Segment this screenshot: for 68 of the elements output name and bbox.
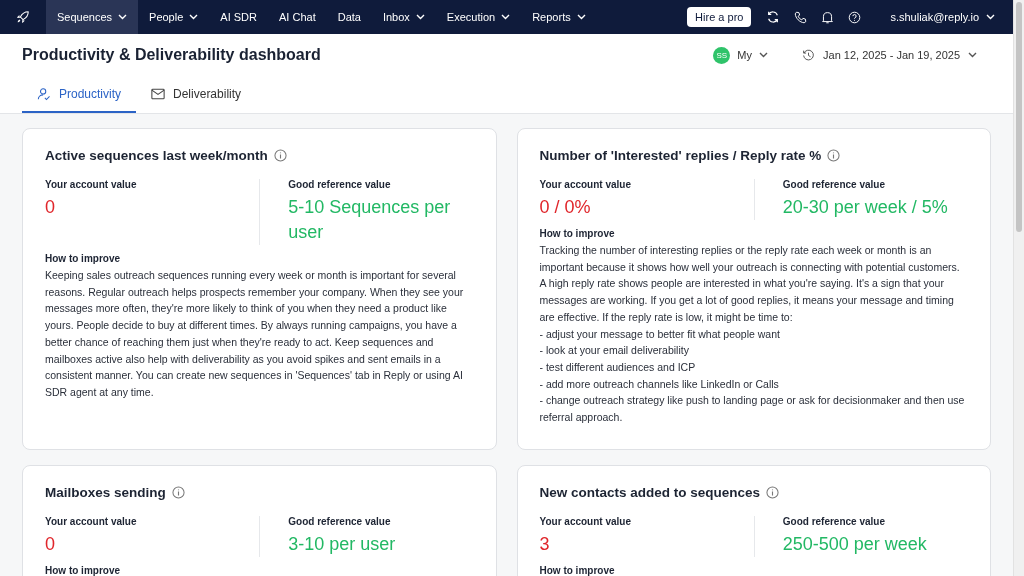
reference-value: 20-30 per week / 5%: [782, 196, 949, 219]
card-title: New contacts added to sequences: [539, 485, 761, 500]
account-value-label: Your account value: [45, 516, 138, 527]
nav-menu-item[interactable]: AI SDR: [209, 0, 268, 34]
card-title: Number of 'Interested' replies / Reply rate %: [539, 148, 822, 163]
date-range-picker[interactable]: Jan 12, 2025 - Jan 19, 2025: [796, 47, 983, 63]
page-title: Productivity & Deliverability dashboard: [22, 46, 322, 64]
account-value-label: Your account value: [539, 516, 632, 527]
chevron-down-icon: [576, 14, 586, 20]
hire-button[interactable]: Hire a pro: [687, 7, 752, 27]
improve-heading: How to improve: [45, 565, 121, 576]
account-value: 0: [45, 533, 56, 556]
improve-text: - add more outreach channels like LinkedIn or Calls: [539, 376, 780, 392]
user-check-icon: [37, 86, 51, 101]
refresh-icon[interactable]: [766, 10, 781, 24]
reference-value: 5-10 Sequences per user: [288, 196, 452, 244]
reference-value-label: Good reference value: [782, 179, 886, 190]
reference-value: 3-10 per user: [288, 533, 397, 556]
nav-menu-item[interactable]: Sequences: [46, 0, 139, 34]
info-icon[interactable]: [171, 486, 185, 499]
improve-text: - change outreach strategy like push to landing page or ask for decisionmaker and then use referral approach.: [539, 393, 966, 426]
chevron-down-icon: [759, 52, 768, 58]
user-menu[interactable]: s.shuliak@reply.io: [884, 10, 1001, 24]
bell-icon[interactable]: [821, 10, 835, 24]
nav-menu-item[interactable]: Inbox: [371, 0, 436, 34]
improve-text: - look at your email deliverability: [539, 343, 690, 359]
phone-icon[interactable]: [794, 10, 808, 24]
card-title: Active sequences last week/month: [45, 148, 268, 163]
chevron-down-icon: [118, 14, 128, 20]
info-icon[interactable]: [273, 149, 287, 162]
info-icon[interactable]: [766, 486, 780, 499]
improve-text: Keeping sales outreach sequences running every week or month is important for several reasons. Regular outreach helps prospects remember your company. When they see your messages more often, they're more likely to think of you when they need a product like yours. People decide to buy at different times. By always running campaigns, you have a better chance of reaching them just when they're ready to act. Keep sequences and mailboxes active also help with deliverability as you avoid spikes and sent emails in a consistent manner. You can create new sequences in 'Sequences' tab in Reply or using AI SDR agent at any time.: [45, 268, 465, 400]
chevron-down-icon: [189, 14, 199, 20]
tab[interactable]: Deliverability: [136, 76, 257, 113]
improve-heading: How to improve: [539, 228, 616, 239]
user-avatar: SS: [713, 46, 731, 64]
scrollbar-thumb[interactable]: [1016, 2, 1022, 232]
nav-menu-item[interactable]: AI Chat: [268, 0, 327, 34]
chevron-down-icon: [968, 52, 977, 58]
tab[interactable]: Productivity: [22, 76, 137, 113]
info-icon[interactable]: [827, 149, 841, 162]
reference-value: 250-500 per week: [782, 533, 928, 556]
improve-text: - adjust your message to better fit what people want: [539, 326, 781, 342]
reference-value-label: Good reference value: [782, 516, 886, 527]
nav-menu-item[interactable]: Execution: [435, 0, 522, 34]
rocket-icon[interactable]: [16, 10, 30, 24]
improve-heading: How to improve: [45, 253, 121, 264]
account-value: 0: [45, 196, 56, 219]
chevron-down-icon: [415, 14, 425, 20]
mail-icon: [151, 87, 166, 100]
card-title: Mailboxes sending: [45, 485, 166, 500]
account-value-label: Your account value: [45, 179, 138, 190]
nav-menu-item[interactable]: Reports: [521, 0, 597, 34]
help-icon[interactable]: [848, 10, 862, 24]
improve-text: - test different audiences and ICP: [539, 359, 697, 375]
nav-menu-item[interactable]: Data: [326, 0, 372, 34]
account-value: 3: [539, 533, 551, 556]
account-value-label: Your account value: [539, 179, 632, 190]
account-value: 0 / 0%: [539, 196, 592, 219]
history-icon: [802, 48, 815, 62]
improve-heading: How to improve: [539, 565, 616, 576]
nav-menu-item[interactable]: People: [138, 0, 210, 34]
owner-filter[interactable]: SS My: [707, 45, 774, 65]
improve-text: Tracking the number of interesting replies or the reply rate each week or month is an important because it shows how well your outreach is connecting with potential customers. A high reply rate shows people are interested in what you're saying. It's a sign that your messages are working. If you get a lot of good replies, it means your message and timing are effective. If the reply rate is low, it might be time to:: [539, 243, 961, 325]
chevron-down-icon: [501, 14, 511, 20]
chevron-down-icon: [986, 14, 995, 20]
reference-value-label: Good reference value: [288, 179, 392, 190]
reference-value-label: Good reference value: [288, 516, 392, 527]
